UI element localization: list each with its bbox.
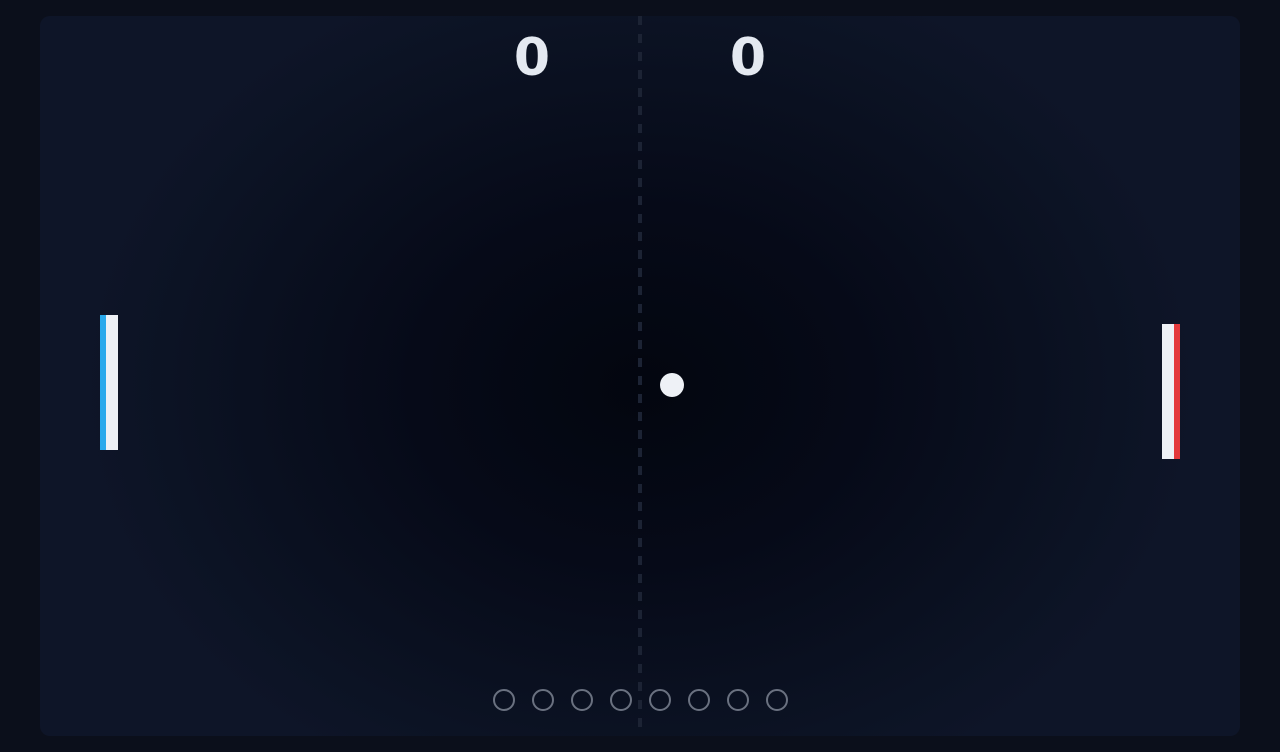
left-paddle[interactable] <box>100 315 118 450</box>
right-paddle <box>1162 324 1180 459</box>
rally-dot <box>649 689 671 711</box>
rally-dot <box>766 689 788 711</box>
center-net-line <box>638 16 642 736</box>
game-court[interactable]: 0 0 <box>40 16 1240 736</box>
rally-dot <box>493 689 515 711</box>
rally-dot <box>727 689 749 711</box>
rally-indicator <box>493 689 788 711</box>
rally-dot <box>532 689 554 711</box>
rally-dot <box>571 689 593 711</box>
rally-dot <box>688 689 710 711</box>
right-player-score: 0 <box>729 28 767 88</box>
left-player-score: 0 <box>513 28 551 88</box>
rally-dot <box>610 689 632 711</box>
ball <box>660 373 684 397</box>
